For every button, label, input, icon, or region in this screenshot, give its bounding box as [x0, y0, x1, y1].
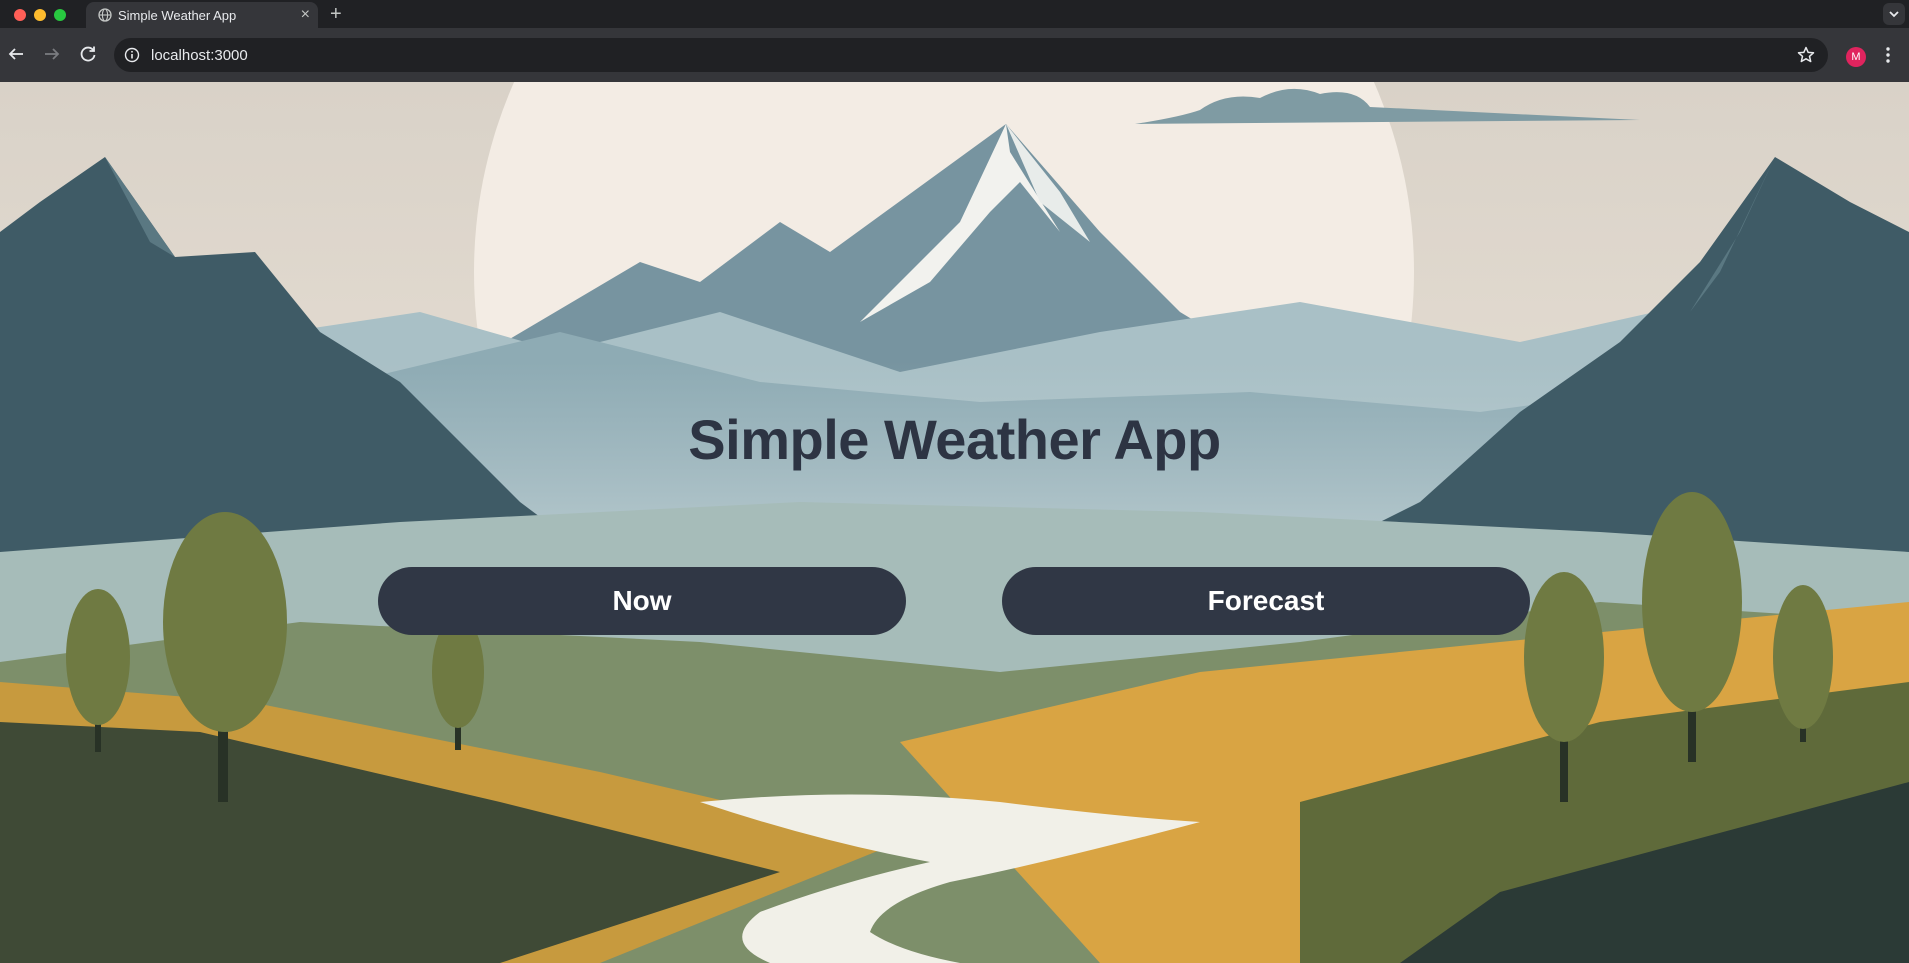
bookmark-star-icon[interactable]	[1796, 45, 1816, 65]
tab-strip: Simple Weather App × +	[0, 0, 1909, 28]
address-bar[interactable]: localhost:3000	[114, 38, 1828, 72]
page-title: Simple Weather App	[688, 408, 1221, 471]
forecast-button[interactable]: Forecast	[1002, 567, 1530, 635]
landscape-background	[0, 82, 1909, 963]
reload-icon[interactable]	[76, 42, 100, 66]
now-button[interactable]: Now	[378, 567, 906, 635]
maximize-window-button[interactable]	[54, 9, 66, 21]
minimize-window-button[interactable]	[34, 9, 46, 21]
site-info-icon[interactable]	[124, 47, 140, 63]
browser-tab[interactable]: Simple Weather App ×	[86, 2, 318, 28]
url-text[interactable]: localhost:3000	[151, 47, 248, 64]
forward-arrow-icon[interactable]	[40, 42, 64, 66]
tab-title: Simple Weather App	[118, 8, 237, 23]
kebab-menu-icon[interactable]	[1884, 45, 1892, 65]
page-viewport: Simple Weather App Now Forecast	[0, 82, 1909, 963]
chevron-down-icon	[1889, 11, 1899, 18]
profile-avatar[interactable]: M	[1846, 47, 1866, 67]
globe-icon	[98, 8, 112, 22]
tab-search-button[interactable]	[1883, 3, 1905, 25]
new-tab-button[interactable]: +	[330, 2, 342, 26]
close-window-button[interactable]	[14, 9, 26, 21]
browser-toolbar: localhost:3000 M	[0, 28, 1909, 82]
tab-close-icon[interactable]: ×	[301, 5, 310, 25]
back-arrow-icon[interactable]	[4, 42, 28, 66]
